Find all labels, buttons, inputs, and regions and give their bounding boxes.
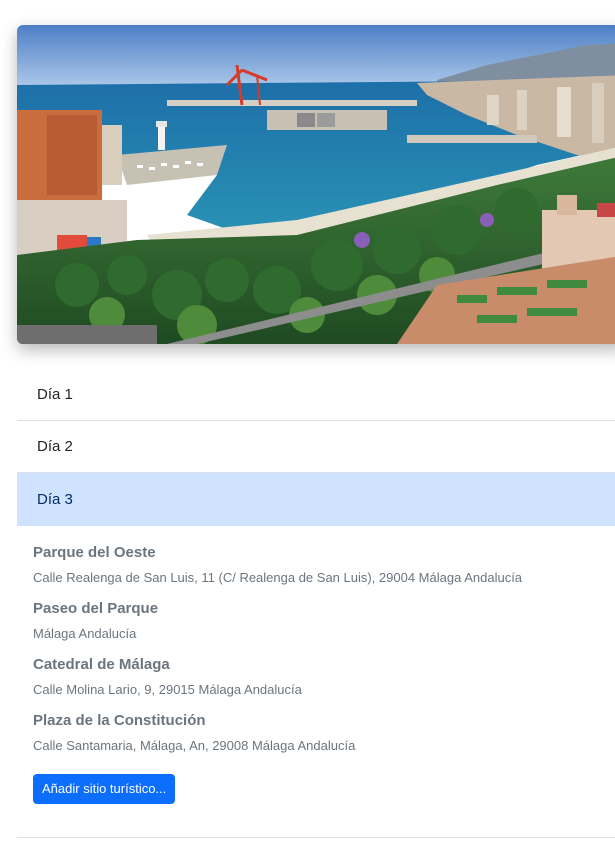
site-name: Parque del Oeste [33, 544, 156, 561]
site-item: Catedral de Málaga Calle Molina Lario, 9… [33, 656, 615, 698]
day-1-header[interactable]: Día 1 [17, 369, 615, 421]
site-address: Calle Santamaria, Málaga, An, 29008 Mála… [33, 738, 356, 753]
day-3-content: Parque del Oeste Calle Realenga de San L… [17, 526, 615, 838]
site-item: Paseo del Parque Málaga Andalucía [33, 600, 615, 642]
site-name: Paseo del Parque [33, 600, 159, 617]
site-name: Catedral de Málaga [33, 656, 170, 673]
add-site-button[interactable]: Añadir sitio turístico... [33, 774, 176, 804]
site-address: Calle Realenga de San Luis, 11 (C/ Reale… [33, 570, 523, 585]
city-photo [17, 25, 615, 344]
site-address: Málaga Andalucía [33, 626, 137, 641]
page: Día 1 Día 2 Día 3 Parque del Oeste Calle… [0, 0, 615, 846]
site-item: Parque del Oeste Calle Realenga de San L… [33, 544, 615, 586]
site-item: Plaza de la Constitución Calle Santamari… [33, 712, 615, 754]
day-2-header[interactable]: Día 2 [17, 421, 615, 473]
site-name: Plaza de la Constitución [33, 712, 206, 729]
days-accordion: Día 1 Día 2 Día 3 Parque del Oeste Calle… [17, 369, 615, 838]
city-photo-illustration [17, 25, 615, 344]
day-3-header[interactable]: Día 3 [17, 473, 615, 526]
site-address: Calle Molina Lario, 9, 29015 Málaga Anda… [33, 682, 302, 697]
